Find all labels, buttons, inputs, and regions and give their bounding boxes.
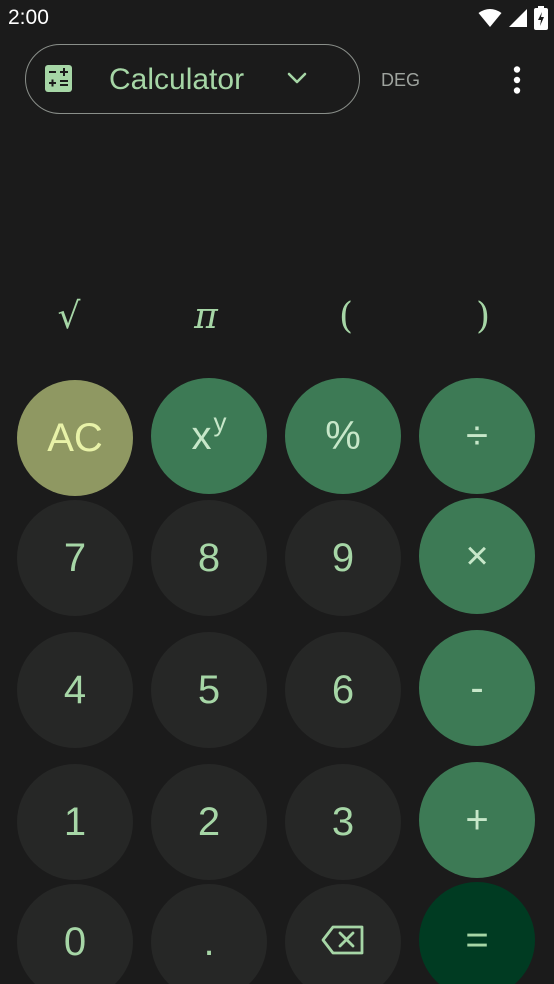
status-time: 2:00 (8, 6, 49, 29)
digit-7-button[interactable]: 7 (17, 500, 133, 616)
clear-button[interactable]: AC (17, 380, 133, 496)
pi-button[interactable]: π (151, 288, 261, 344)
angle-mode-toggle[interactable]: DEG (381, 70, 420, 91)
digit-4-button[interactable]: 4 (17, 632, 133, 748)
calculator-icon (45, 65, 72, 92)
cellular-signal-icon (508, 8, 528, 28)
plus-button[interactable]: + (419, 762, 535, 878)
display-area (0, 130, 554, 280)
more-vert-icon[interactable] (505, 66, 529, 94)
status-bar: 2:00 (0, 0, 554, 36)
scientific-row: √ π ( ) (0, 288, 554, 344)
mode-selector-dropdown[interactable]: Calculator (25, 44, 360, 114)
percent-button[interactable]: % (285, 378, 401, 494)
close-paren-button[interactable]: ) (428, 288, 538, 344)
digit-3-button[interactable]: 3 (285, 764, 401, 880)
digit-0-button[interactable]: 0 (17, 884, 133, 984)
digit-6-button[interactable]: 6 (285, 632, 401, 748)
chevron-down-icon (286, 67, 308, 89)
calculator-screen: 2:00 Calculator DEG √ π () AC x y % ÷ 7… (0, 0, 554, 984)
wifi-icon (478, 8, 502, 28)
power-button[interactable]: xy (151, 378, 267, 494)
multiply-button[interactable]: × (419, 498, 535, 614)
power-base-label: x (191, 413, 212, 458)
power-exponent-label: y (213, 406, 227, 437)
open-paren-button[interactable]: ( (291, 288, 401, 344)
sqrt-button[interactable]: √ (14, 288, 124, 344)
digit-2-button[interactable]: 2 (151, 764, 267, 880)
status-icons (478, 6, 548, 30)
backspace-icon (321, 920, 365, 965)
digit-1-button[interactable]: 1 (17, 764, 133, 880)
equals-button[interactable]: = (419, 882, 535, 984)
digit-8-button[interactable]: 8 (151, 500, 267, 616)
divide-button[interactable]: ÷ (419, 378, 535, 494)
mode-label: Calculator (109, 63, 245, 96)
digit-5-button[interactable]: 5 (151, 632, 267, 748)
decimal-button[interactable]: . (151, 884, 267, 984)
digit-9-button[interactable]: 9 (285, 500, 401, 616)
battery-charging-icon (534, 6, 548, 30)
backspace-button[interactable] (285, 884, 401, 984)
minus-button[interactable]: - (419, 630, 535, 746)
